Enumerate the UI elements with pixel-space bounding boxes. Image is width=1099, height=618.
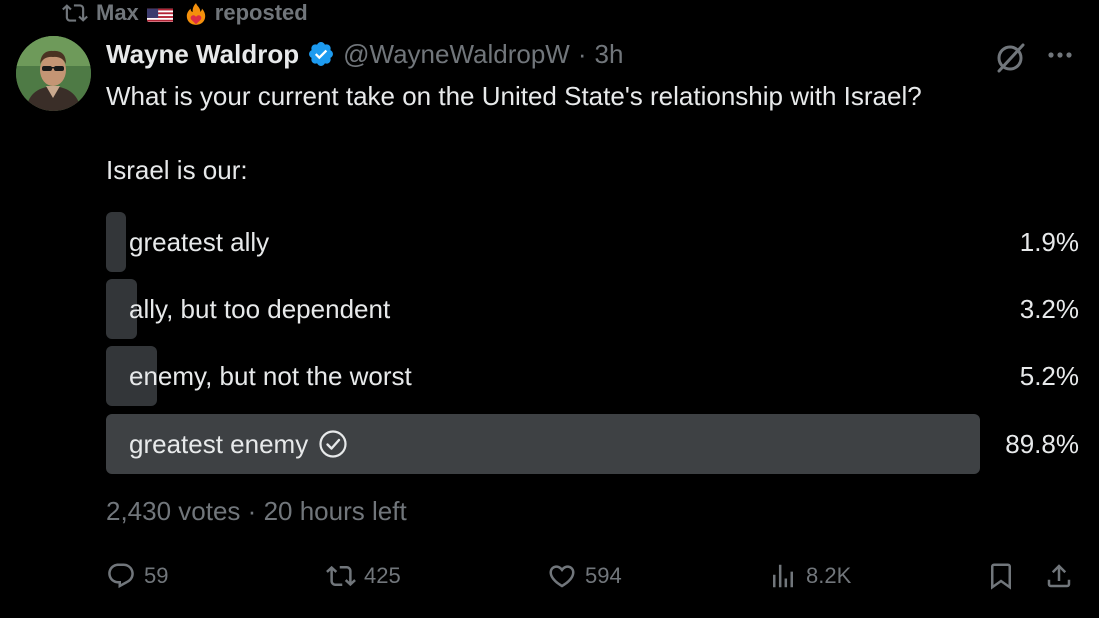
tweet-line-2: Israel is our: (106, 155, 248, 185)
poll-option-percent: 3.2% (1019, 294, 1079, 324)
tweet-card[interactable]: Max reposted Wayne Waldrop @WayneWaldrop… (0, 0, 1099, 618)
poll-option-percent: 5.2% (1019, 361, 1079, 391)
reply-icon (108, 563, 134, 589)
poll-meta: 2,430 votes · 20 hours left (106, 496, 407, 527)
us-flag-icon (146, 4, 175, 22)
poll-option-winner[interactable]: greatest enemy 89.8% (106, 414, 1079, 474)
verified-badge-icon[interactable] (307, 40, 335, 68)
header-separator: · (577, 38, 587, 69)
share-icon (1047, 564, 1071, 588)
repost-count: 425 (364, 563, 401, 588)
repost-button[interactable]: 425 (326, 556, 401, 596)
views-button[interactable]: 8.2K (768, 556, 851, 596)
more-icon[interactable] (1045, 40, 1075, 70)
avatar[interactable] (16, 36, 91, 111)
views-count: 8.2K (806, 563, 852, 588)
bookmark-button[interactable] (986, 556, 1016, 596)
repost-icon (62, 4, 88, 22)
poll-option-percent: 89.8% (1005, 429, 1079, 459)
share-button[interactable] (1044, 556, 1074, 596)
heart-icon (549, 565, 575, 588)
check-circle-icon (319, 430, 347, 458)
author-name[interactable]: Wayne Waldrop (106, 39, 299, 70)
views-icon (773, 564, 793, 588)
reply-button[interactable]: 59 (106, 556, 168, 596)
repost-user[interactable]: Max (96, 0, 139, 26)
poll-option[interactable]: ally, but too dependent 3.2% (106, 279, 1079, 339)
poll-option-label: ally, but too dependent (129, 294, 391, 324)
poll-time-left: 20 hours left (263, 496, 407, 526)
repost-label: reposted (214, 0, 308, 25)
like-count: 594 (585, 563, 622, 588)
poll-meta-separator: · (247, 496, 257, 526)
tweet-line-1: What is your current take on the United … (106, 81, 922, 111)
fire-heart-icon (183, 1, 207, 25)
poll-option[interactable]: enemy, but not the worst 5.2% (106, 346, 1079, 406)
bookmark-icon (991, 563, 1011, 590)
poll-option-label: greatest enemy (129, 414, 348, 474)
tweet-header: Wayne Waldrop @WayneWaldropW · 3h (106, 36, 623, 72)
poll-option-label-text: greatest enemy (129, 429, 309, 459)
poll-bar (106, 212, 126, 272)
tweet-timestamp[interactable]: 3h (595, 39, 624, 70)
action-bar: 59 425 594 8.2K (106, 556, 1079, 596)
poll-option-percent: 1.9% (1019, 227, 1079, 257)
grok-icon[interactable] (992, 40, 1028, 76)
reply-count: 59 (144, 563, 169, 588)
poll-option-label: greatest ally (129, 227, 270, 257)
repost-context[interactable]: Max reposted (62, 0, 308, 26)
poll-option[interactable]: greatest ally 1.9% (106, 212, 1079, 272)
poll-option-label: enemy, but not the worst (129, 361, 412, 391)
author-handle[interactable]: @WayneWaldropW (343, 39, 570, 70)
poll-votes: 2,430 votes (106, 496, 241, 526)
repost-icon (326, 565, 356, 587)
like-button[interactable]: 594 (547, 556, 622, 596)
tweet-text: What is your current take on the United … (106, 78, 1066, 189)
